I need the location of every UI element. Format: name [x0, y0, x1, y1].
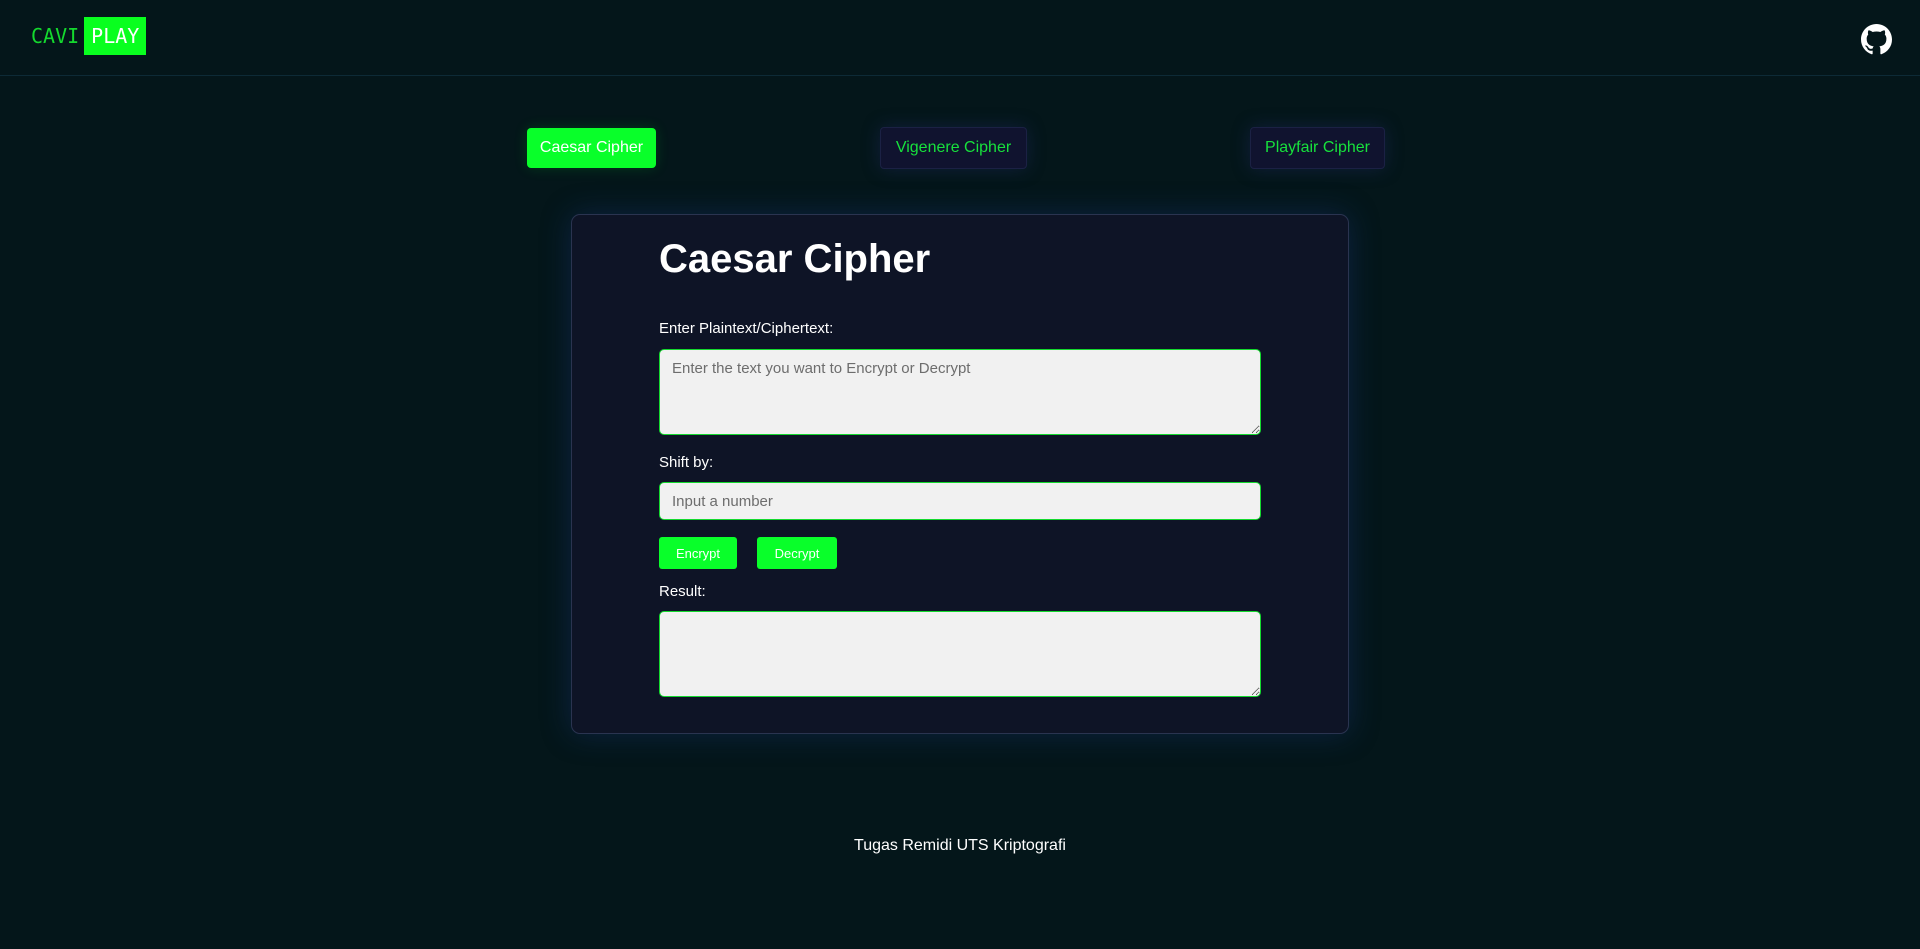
logo-text-play: PLAY [84, 17, 147, 55]
logo[interactable]: CAVI PLAY [31, 17, 147, 55]
github-icon [1861, 24, 1892, 55]
shift-input[interactable] [659, 482, 1261, 520]
tab-playfair-cipher[interactable]: Playfair Cipher [1250, 127, 1385, 169]
tab-vigenere-cipher[interactable]: Vigenere Cipher [880, 127, 1027, 169]
footer-text: Tugas Remidi UTS Kriptografi [854, 837, 1066, 854]
decrypt-button[interactable]: Decrypt [757, 537, 837, 569]
tab-vigenere-cipher-label: Vigenere Cipher [895, 139, 1012, 156]
shift-label: Shift by: [659, 454, 714, 471]
result-field[interactable] [659, 611, 1261, 697]
text-input-label: Enter Plaintext/Ciphertext: [659, 320, 834, 337]
logo-text-cavi: CAVI [31, 24, 80, 48]
text-input-field[interactable] [659, 349, 1261, 435]
tab-caesar-cipher[interactable]: Caesar Cipher [527, 128, 656, 168]
tab-playfair-cipher-label: Playfair Cipher [1265, 139, 1370, 156]
navbar: CAVI PLAY [0, 0, 1920, 76]
github-link[interactable] [1861, 24, 1892, 55]
result-label: Result: [659, 583, 706, 600]
encrypt-button[interactable]: Encrypt [659, 537, 737, 569]
tab-caesar-cipher-label: Caesar Cipher [539, 139, 644, 156]
card-title: Caesar Cipher [659, 237, 931, 281]
caesar-cipher-card: Caesar Cipher Enter Plaintext/Ciphertext… [571, 214, 1349, 734]
